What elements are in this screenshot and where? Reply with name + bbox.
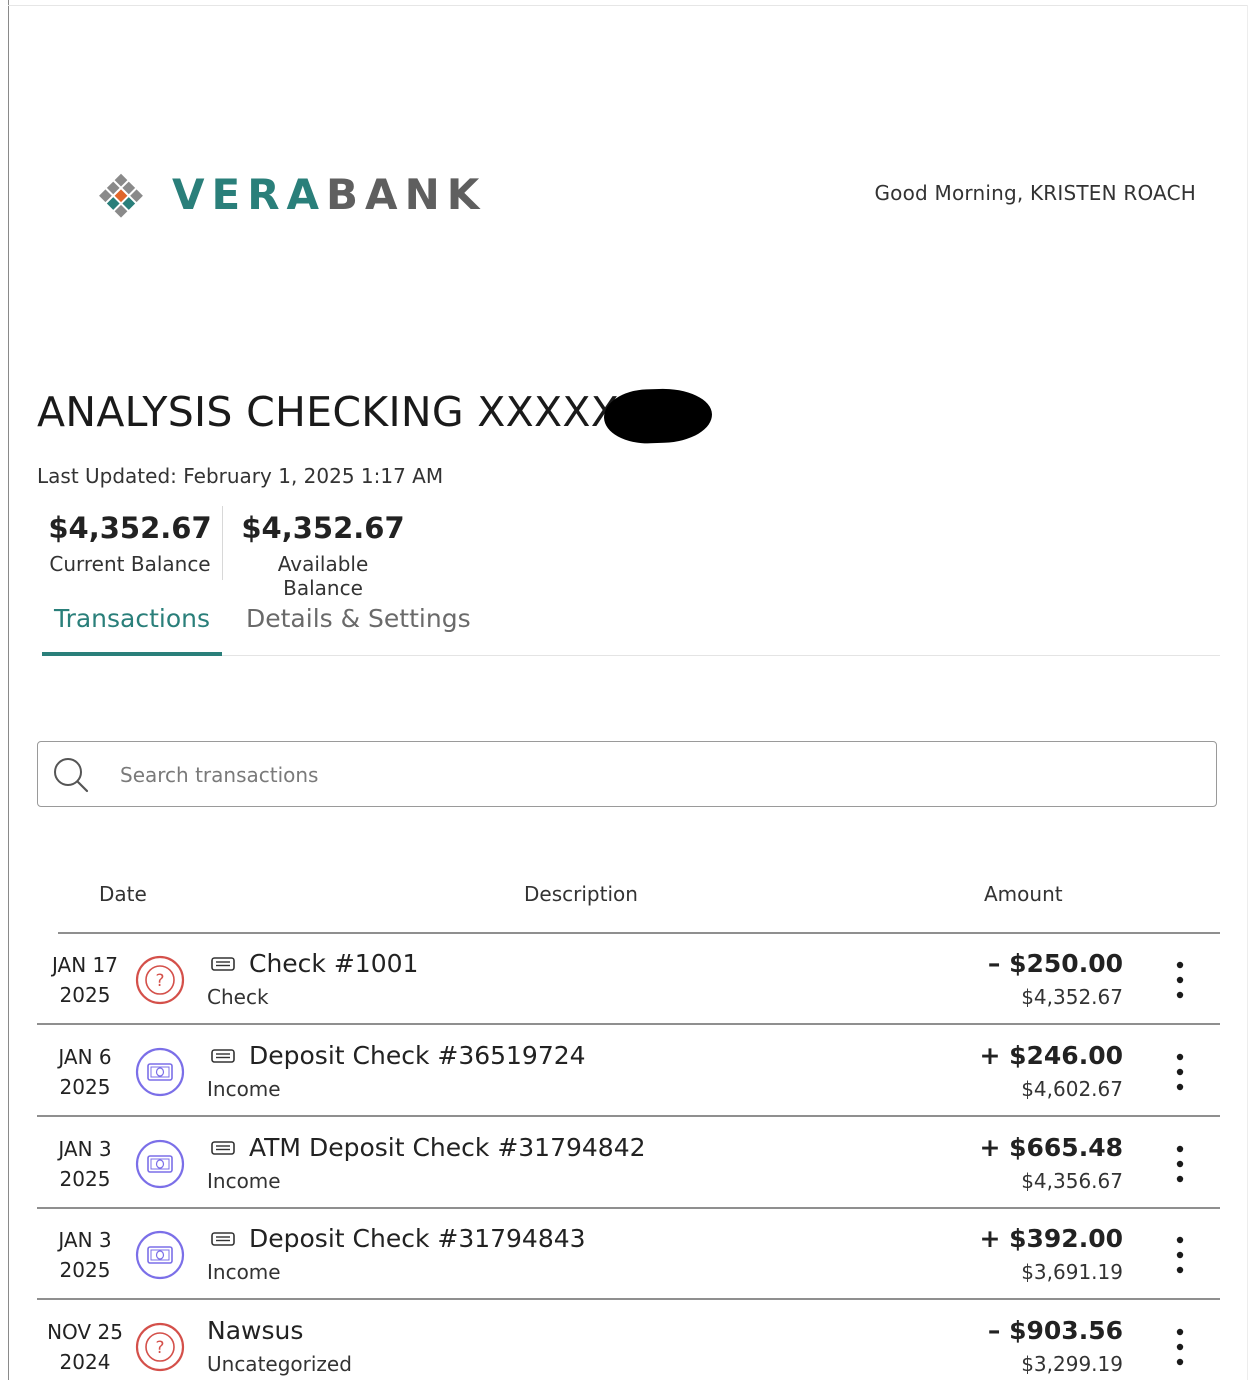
row-date: JAN 3 bbox=[58, 1228, 112, 1252]
more-options-icon[interactable] bbox=[1165, 1051, 1195, 1093]
more-options-icon[interactable] bbox=[1165, 959, 1195, 1001]
table-row[interactable]: JAN 3 2025 ATM Deposit Check #31794842 I… bbox=[37, 1119, 1220, 1209]
row-category: Income bbox=[207, 1169, 281, 1193]
redaction-mark bbox=[603, 387, 713, 445]
check-icon bbox=[211, 1141, 235, 1155]
row-amount: + $246.00 bbox=[979, 1041, 1123, 1070]
row-divider bbox=[37, 1207, 1220, 1209]
row-running-balance: $3,299.19 bbox=[1021, 1352, 1123, 1376]
table-row[interactable]: JAN 17 2025 ? Check #1001 Check – $250.0… bbox=[37, 935, 1220, 1025]
row-amount: – $903.56 bbox=[987, 1316, 1123, 1345]
available-balance: $4,352.67 Available Balance bbox=[236, 508, 410, 600]
logo-bank: BANK bbox=[326, 170, 487, 219]
row-divider bbox=[37, 1023, 1220, 1025]
row-date: JAN 6 bbox=[58, 1045, 112, 1069]
more-options-icon[interactable] bbox=[1165, 1143, 1195, 1185]
current-balance-amount: $4,352.67 bbox=[48, 511, 212, 545]
active-tab-indicator bbox=[42, 652, 222, 656]
row-description: Deposit Check #36519724 bbox=[249, 1041, 586, 1070]
table-row[interactable]: JAN 6 2025 Deposit Check #36519724 Incom… bbox=[37, 1027, 1220, 1117]
row-year: 2025 bbox=[59, 1258, 111, 1282]
logo-vera: VERA bbox=[172, 170, 327, 219]
row-running-balance: $4,356.67 bbox=[1021, 1169, 1123, 1193]
row-running-balance: $4,602.67 bbox=[1021, 1077, 1123, 1101]
column-header-description[interactable]: Description bbox=[524, 882, 638, 906]
table-row[interactable]: JAN 3 2025 Deposit Check #31794843 Incom… bbox=[37, 1210, 1220, 1300]
window-left-border bbox=[8, 0, 9, 1380]
row-category: Check bbox=[207, 985, 269, 1009]
logo-wordmark: VERABANK bbox=[172, 170, 486, 220]
row-year: 2025 bbox=[59, 983, 111, 1007]
current-balance: $4,352.67 Current Balance bbox=[44, 508, 216, 576]
tab-transactions[interactable]: Transactions bbox=[42, 604, 222, 633]
question-icon: ? bbox=[135, 955, 185, 1005]
svg-text:?: ? bbox=[155, 971, 164, 991]
row-description: Nawsus bbox=[207, 1316, 304, 1345]
check-icon bbox=[211, 1232, 235, 1246]
search-box[interactable] bbox=[37, 741, 1217, 807]
verabank-logo[interactable]: VERABANK bbox=[86, 170, 486, 220]
balance-divider bbox=[222, 506, 223, 580]
row-divider bbox=[37, 1115, 1220, 1117]
question-icon: ? bbox=[135, 1322, 185, 1372]
row-amount: + $665.48 bbox=[979, 1133, 1123, 1162]
check-icon bbox=[211, 1049, 235, 1063]
window-top-border bbox=[8, 5, 1248, 6]
row-category: Income bbox=[207, 1260, 281, 1284]
row-running-balance: $3,691.19 bbox=[1021, 1260, 1123, 1284]
current-balance-label: Current Balance bbox=[49, 552, 211, 576]
available-balance-amount: $4,352.67 bbox=[241, 511, 405, 545]
svg-text:?: ? bbox=[155, 1338, 164, 1358]
column-header-date[interactable]: Date bbox=[99, 882, 147, 906]
column-header-amount[interactable]: Amount bbox=[984, 882, 1063, 906]
check-icon bbox=[211, 957, 235, 971]
more-options-icon[interactable] bbox=[1165, 1326, 1195, 1368]
row-year: 2025 bbox=[59, 1167, 111, 1191]
money-icon bbox=[135, 1230, 185, 1280]
table-header-divider bbox=[58, 932, 1220, 934]
row-category: Income bbox=[207, 1077, 281, 1101]
row-date: NOV 25 bbox=[47, 1320, 123, 1344]
row-date: JAN 3 bbox=[58, 1137, 112, 1161]
row-year: 2025 bbox=[59, 1075, 111, 1099]
last-updated: Last Updated: February 1, 2025 1:17 AM bbox=[37, 464, 444, 488]
logo-diamond-icon bbox=[99, 173, 143, 218]
row-divider bbox=[37, 1298, 1220, 1300]
row-category: Uncategorized bbox=[207, 1352, 352, 1376]
search-icon bbox=[54, 758, 89, 793]
window-right-border bbox=[1247, 5, 1248, 1380]
row-year: 2024 bbox=[59, 1350, 111, 1374]
row-description: Deposit Check #31794843 bbox=[249, 1224, 586, 1253]
available-balance-label: Available Balance bbox=[277, 552, 369, 600]
row-description: ATM Deposit Check #31794842 bbox=[249, 1133, 646, 1162]
row-date: JAN 17 bbox=[52, 953, 118, 977]
row-amount: – $250.00 bbox=[987, 949, 1123, 978]
account-title: ANALYSIS CHECKING XXXXXX bbox=[37, 388, 648, 436]
money-icon bbox=[135, 1047, 185, 1097]
search-input[interactable] bbox=[118, 754, 1202, 796]
money-icon bbox=[135, 1139, 185, 1189]
user-greeting[interactable]: Good Morning, KRISTEN ROACH bbox=[874, 181, 1196, 205]
more-options-icon[interactable] bbox=[1165, 1234, 1195, 1276]
row-amount: + $392.00 bbox=[979, 1224, 1123, 1253]
row-running-balance: $4,352.67 bbox=[1021, 985, 1123, 1009]
tab-details-settings[interactable]: Details & Settings bbox=[246, 604, 471, 633]
table-row[interactable]: NOV 25 2024 ? Nawsus Uncategorized – $90… bbox=[37, 1302, 1220, 1392]
row-description: Check #1001 bbox=[249, 949, 419, 978]
